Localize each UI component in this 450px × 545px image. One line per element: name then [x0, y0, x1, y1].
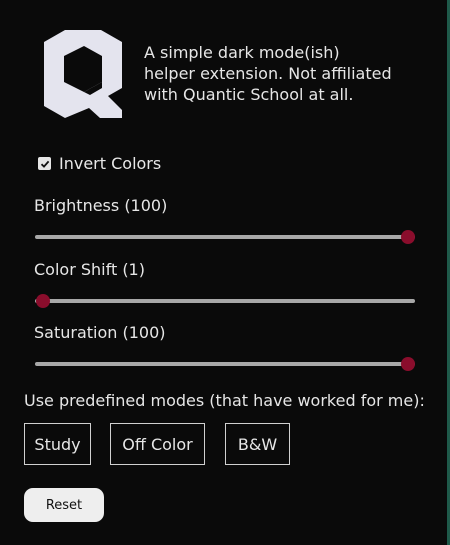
- saturation-slider-track: [35, 362, 415, 366]
- color-shift-slider-thumb[interactable]: [36, 294, 50, 308]
- brightness-slider-track: [35, 235, 415, 239]
- quantic-logo-icon: [44, 30, 122, 118]
- saturation-slider-thumb[interactable]: [401, 357, 415, 371]
- saturation-control: Saturation (100): [34, 323, 416, 371]
- study-mode-button[interactable]: Study: [24, 423, 91, 465]
- bw-mode-button[interactable]: B&W: [225, 423, 290, 465]
- color-shift-label: Color Shift (1): [34, 260, 145, 279]
- header: A simple dark mode(ish) helper extension…: [44, 30, 394, 118]
- extension-description: A simple dark mode(ish) helper extension…: [144, 43, 392, 104]
- checkmark-icon: [40, 160, 49, 168]
- invert-colors-label: Invert Colors: [59, 154, 162, 173]
- brightness-slider[interactable]: [34, 230, 416, 244]
- brightness-slider-thumb[interactable]: [401, 230, 415, 244]
- off-color-mode-button[interactable]: Off Color: [110, 423, 205, 465]
- saturation-slider[interactable]: [34, 357, 416, 371]
- color-shift-control: Color Shift (1): [34, 260, 416, 308]
- invert-colors-checkbox[interactable]: [38, 157, 51, 170]
- predefined-modes-label: Use predefined modes (that have worked f…: [24, 391, 425, 410]
- color-shift-slider[interactable]: [34, 294, 416, 308]
- color-shift-slider-track: [35, 299, 415, 303]
- saturation-label: Saturation (100): [34, 323, 166, 342]
- reset-button[interactable]: Reset: [24, 488, 104, 522]
- predefined-modes: Study Off Color B&W: [24, 423, 290, 465]
- invert-colors-row[interactable]: Invert Colors: [38, 154, 161, 173]
- brightness-label: Brightness (100): [34, 196, 168, 215]
- brightness-control: Brightness (100): [34, 196, 416, 244]
